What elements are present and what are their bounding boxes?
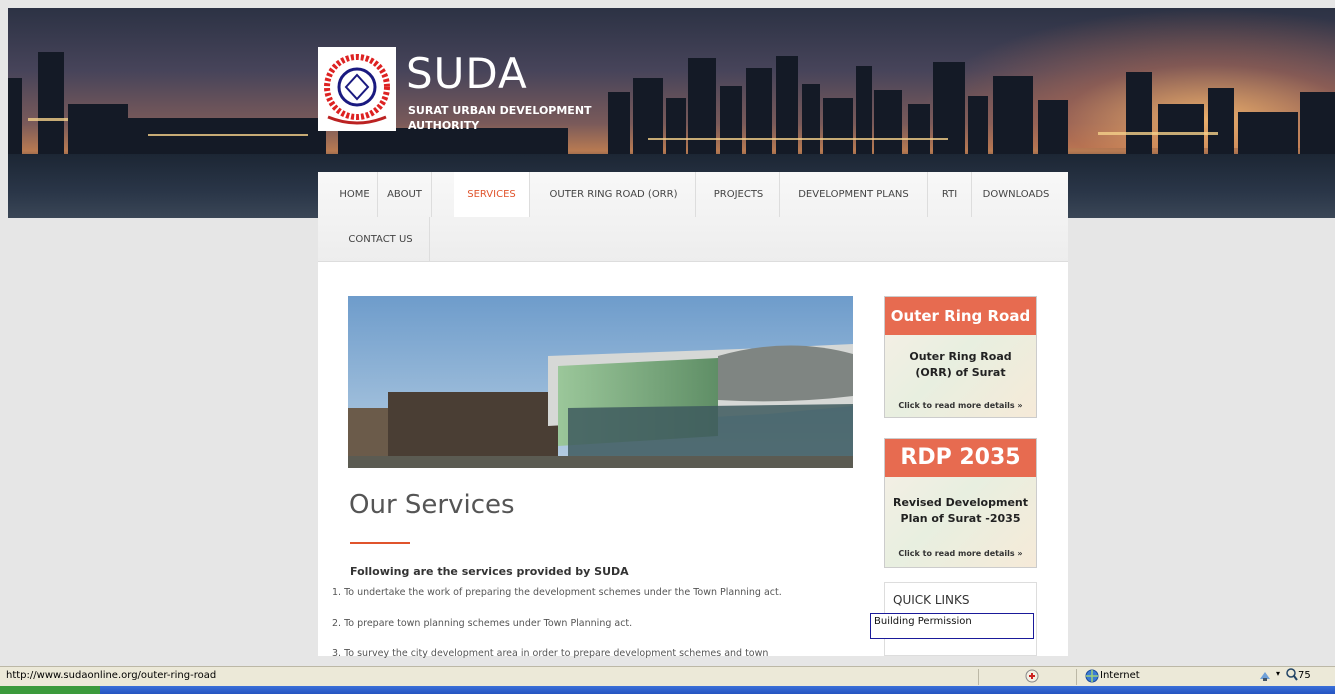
nav-services[interactable]: SERVICES bbox=[454, 172, 530, 217]
rdp-card-line2: Plan of Surat -2035 bbox=[900, 512, 1021, 525]
start-button[interactable] bbox=[0, 686, 100, 694]
site-title: SUDA bbox=[406, 49, 528, 98]
nav-development-plans[interactable]: DEVELOPMENT PLANS bbox=[780, 172, 928, 217]
nav-outer-ring-road[interactable]: OUTER RING ROAD (ORR) bbox=[532, 172, 696, 217]
rdp-read-more-link[interactable]: Click to read more details » bbox=[885, 549, 1036, 558]
zoom-icon[interactable] bbox=[1286, 668, 1298, 685]
title-divider bbox=[350, 542, 410, 544]
chevron-down-icon[interactable]: ▾ bbox=[1276, 669, 1280, 678]
nav-projects[interactable]: PROJECTS bbox=[698, 172, 780, 217]
nav-rti[interactable]: RTI bbox=[928, 172, 972, 217]
orr-read-more-link[interactable]: Click to read more details » bbox=[885, 401, 1036, 410]
building-permission-link[interactable]: Building Permission bbox=[870, 613, 1034, 639]
quick-links-title: QUICK LINKS bbox=[893, 593, 970, 607]
hero-building-image bbox=[348, 296, 853, 468]
main-container: HOME ABOUT SERVICES OUTER RING ROAD (ORR… bbox=[318, 172, 1068, 659]
logo-emblem-icon bbox=[324, 54, 390, 125]
orr-card-line2: (ORR) of Surat bbox=[915, 366, 1006, 379]
status-url: http://www.sudaonline.org/outer-ring-roa… bbox=[6, 670, 217, 681]
orr-promo-card[interactable]: Outer Ring Road Outer Ring Road (ORR) of… bbox=[884, 296, 1037, 418]
page-title: Our Services bbox=[349, 490, 515, 520]
windows-taskbar bbox=[0, 686, 1335, 694]
service-item: 2. To prepare town planning schemes unde… bbox=[332, 618, 633, 629]
orr-card-header: Outer Ring Road bbox=[885, 297, 1036, 335]
services-intro: Following are the services provided by S… bbox=[350, 565, 629, 578]
zoom-level[interactable]: 75 bbox=[1298, 670, 1311, 681]
rdp-card-line1: Revised Development bbox=[892, 496, 1029, 509]
main-nav: HOME ABOUT SERVICES OUTER RING ROAD (ORR… bbox=[318, 172, 1068, 262]
nav-home[interactable]: HOME bbox=[332, 172, 378, 217]
orr-card-line1: Outer Ring Road bbox=[909, 350, 1012, 363]
globe-icon bbox=[1085, 669, 1099, 686]
protected-mode-icon[interactable] bbox=[1258, 669, 1272, 686]
security-zone-label: Internet bbox=[1100, 670, 1140, 681]
suda-logo[interactable] bbox=[318, 47, 396, 131]
privacy-icon[interactable] bbox=[1024, 668, 1040, 687]
nav-contact-us[interactable]: CONTACT US bbox=[332, 217, 430, 262]
nav-about[interactable]: ABOUT bbox=[378, 172, 432, 217]
nav-downloads[interactable]: DOWNLOADS bbox=[972, 172, 1060, 217]
status-separator bbox=[978, 669, 979, 685]
service-item: 1. To undertake the work of preparing th… bbox=[332, 587, 782, 598]
site-subtitle: SURAT URBAN DEVELOPMENT AUTHORITY bbox=[408, 104, 592, 132]
status-separator bbox=[1076, 669, 1077, 685]
rdp-card-header: RDP 2035 bbox=[885, 439, 1036, 477]
service-item: 3. To survey the city development area i… bbox=[332, 648, 769, 659]
rdp-promo-card[interactable]: RDP 2035 Revised Development Plan of Sur… bbox=[884, 438, 1037, 568]
browser-status-bar: http://www.sudaonline.org/outer-ring-roa… bbox=[0, 666, 1335, 686]
